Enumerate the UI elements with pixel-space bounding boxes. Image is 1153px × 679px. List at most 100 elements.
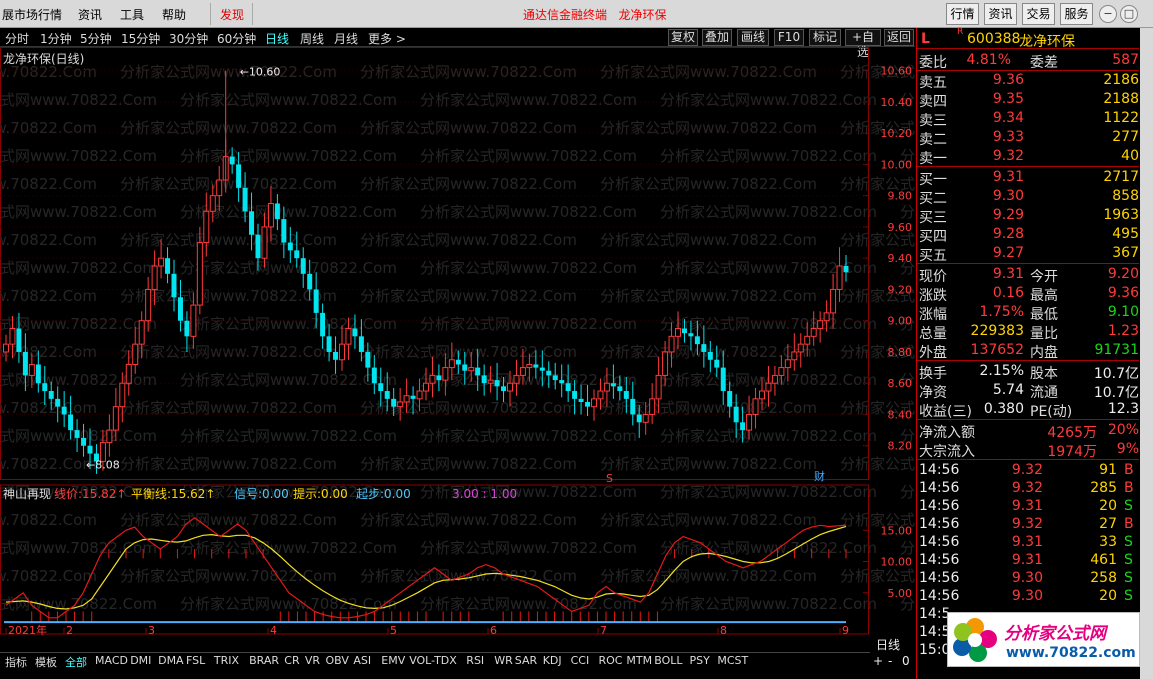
menu-discover[interactable]: 发现 bbox=[220, 6, 244, 23]
trade-button[interactable]: 交易 bbox=[1022, 3, 1055, 25]
sell-volume: 2188 bbox=[1103, 91, 1139, 107]
indicator-tab[interactable]: BRAR bbox=[249, 654, 279, 667]
indicator-tab[interactable]: OBV bbox=[326, 654, 349, 667]
service-button[interactable]: 服务 bbox=[1060, 3, 1093, 25]
menu-help[interactable]: 帮助 bbox=[162, 6, 186, 23]
candle-body-down bbox=[378, 383, 384, 392]
candle-body-up bbox=[28, 363, 35, 376]
period-tab[interactable]: 月线 bbox=[334, 30, 358, 47]
indicator-tab[interactable]: FSL bbox=[186, 654, 205, 667]
menu-tools[interactable]: 工具 bbox=[120, 6, 144, 23]
zoom-in-button[interactable]: + bbox=[873, 654, 883, 668]
indicator-tab[interactable]: DMI bbox=[130, 654, 151, 667]
candle-body-down bbox=[578, 398, 584, 402]
tick-row: 14:56 9.32 91 B bbox=[917, 461, 1139, 479]
stat-value: 9.10 bbox=[1107, 304, 1139, 320]
maximize-icon[interactable]: □ bbox=[1120, 5, 1138, 23]
indicator-tab[interactable]: ASI bbox=[353, 654, 371, 667]
candle-body-up bbox=[642, 413, 649, 423]
candle-body-up bbox=[158, 257, 165, 267]
indicator-tab[interactable]: BOLL bbox=[654, 654, 682, 667]
stock-code: 600388 bbox=[967, 31, 1021, 47]
indicator-tab[interactable]: MTM bbox=[626, 654, 652, 667]
indicator-tab[interactable]: TRIX bbox=[214, 654, 239, 667]
candle-body-up bbox=[448, 359, 455, 369]
menu-market[interactable]: 展市场行情 bbox=[2, 6, 62, 23]
candle-body-down bbox=[572, 391, 578, 399]
candle-body-up bbox=[209, 195, 216, 212]
indicator-tab[interactable]: PSY bbox=[690, 654, 710, 667]
indicator-tab[interactable]: KDJ bbox=[543, 654, 562, 667]
draw-line-button[interactable]: 画线 bbox=[737, 29, 769, 46]
indicator-tab[interactable]: CCI bbox=[571, 654, 590, 667]
period-tab[interactable]: 5分钟 bbox=[80, 30, 112, 47]
indicator-tab[interactable]: SAR bbox=[515, 654, 537, 667]
zoom-reset-button[interactable]: 0 bbox=[902, 654, 910, 668]
restore-right-button[interactable]: 复权 bbox=[668, 29, 698, 46]
sell-level-row: 卖二 9.33 277 bbox=[917, 128, 1139, 148]
low-price-label: ←8.08 bbox=[86, 458, 120, 471]
indicator-tab[interactable]: WR bbox=[494, 654, 513, 667]
watermark-text: 分析家公式网www.70822.Com bbox=[660, 539, 877, 557]
indicator-tab[interactable]: DMA bbox=[158, 654, 184, 667]
candle-body-up bbox=[106, 429, 113, 444]
zoom-out-button[interactable]: - bbox=[888, 654, 892, 668]
month-label: 9 bbox=[842, 624, 849, 637]
tick-direction: S bbox=[1124, 534, 1133, 550]
period-tab[interactable]: 60分钟 bbox=[217, 30, 256, 47]
candle-body-down bbox=[229, 156, 235, 165]
period-tab[interactable]: 1分钟 bbox=[40, 30, 72, 47]
candle-body-down bbox=[371, 367, 377, 384]
indicator-tab[interactable]: CR bbox=[284, 654, 299, 667]
period-tab[interactable]: 分时 bbox=[5, 30, 29, 47]
period-tab[interactable]: 周线 bbox=[300, 30, 324, 47]
f10-button[interactable]: F10 bbox=[774, 29, 804, 46]
candle-body-up bbox=[196, 242, 203, 306]
indicator-tab[interactable]: RSI bbox=[466, 654, 484, 667]
period-tab[interactable]: 15分钟 bbox=[121, 30, 160, 47]
tick-direction: B bbox=[1124, 462, 1134, 478]
money-flow-row: 大宗流入 1974万 9% bbox=[917, 440, 1139, 460]
tick-price: 9.31 bbox=[1011, 552, 1043, 568]
watermark-text: 分析家公式网www.70822.Com bbox=[180, 539, 397, 557]
menu-separator bbox=[210, 3, 211, 25]
period-tab-active[interactable]: 日线 bbox=[265, 30, 289, 47]
buy-price: 9.30 bbox=[992, 188, 1024, 204]
buy-price: 9.28 bbox=[992, 226, 1024, 242]
minimize-icon[interactable]: − bbox=[1099, 5, 1117, 23]
indicator-tab[interactable]: MACD bbox=[95, 654, 128, 667]
indicator-tab[interactable]: ROC bbox=[599, 654, 623, 667]
candle-body-down bbox=[294, 250, 300, 259]
indicator-tab[interactable]: MCST bbox=[717, 654, 748, 667]
indicator-tab[interactable]: 全部 bbox=[65, 654, 87, 670]
watermark-text: 分析家公式网www.70822.Com bbox=[120, 63, 337, 81]
mark-button[interactable]: 标记 bbox=[809, 29, 841, 46]
add-favorite-button[interactable]: +自选 bbox=[845, 29, 881, 59]
chart-area[interactable]: 分析家公式网www.70822.Com 分析家公式网www.70822.Com 分析… bbox=[0, 47, 916, 652]
sell-price: 9.34 bbox=[992, 110, 1024, 126]
overlay-button[interactable]: 叠加 bbox=[702, 29, 732, 46]
candle-body-up bbox=[112, 406, 119, 431]
sell-price: 9.33 bbox=[992, 129, 1024, 145]
period-label: 日线 bbox=[876, 638, 901, 652]
period-tab[interactable]: 30分钟 bbox=[169, 30, 208, 47]
vertical-scrollbar[interactable] bbox=[1140, 28, 1153, 679]
watermark-text: 分析家公式网www.70822.Com bbox=[420, 595, 637, 613]
watermark-text: 分析家公式网www.70822.Com bbox=[360, 63, 577, 81]
indicator-tab[interactable]: 模板 bbox=[35, 654, 57, 670]
quote-button[interactable]: 行情 bbox=[946, 3, 979, 25]
watermark-text: 分析家公式网www.70822.Com bbox=[0, 539, 157, 557]
money-flow-value: 4265万 bbox=[1047, 425, 1097, 441]
back-button[interactable]: 返回 bbox=[884, 29, 914, 46]
candle-body-up bbox=[203, 210, 210, 244]
period-more[interactable]: 更多 > bbox=[368, 30, 406, 47]
month-label: 6 bbox=[490, 624, 497, 637]
indicator-tab[interactable]: 指标 bbox=[5, 654, 27, 670]
watermark-text: 分析家公式网www.70822.Com bbox=[600, 119, 817, 137]
indicator-tab[interactable]: VR bbox=[305, 654, 320, 667]
menu-news[interactable]: 资讯 bbox=[78, 6, 102, 23]
indicator-tab[interactable]: VOL-TDX bbox=[409, 654, 457, 667]
news-button[interactable]: 资讯 bbox=[984, 3, 1017, 25]
indicator-tab[interactable]: EMV bbox=[381, 654, 405, 667]
fundamental-label: PE(动) bbox=[1030, 404, 1073, 420]
